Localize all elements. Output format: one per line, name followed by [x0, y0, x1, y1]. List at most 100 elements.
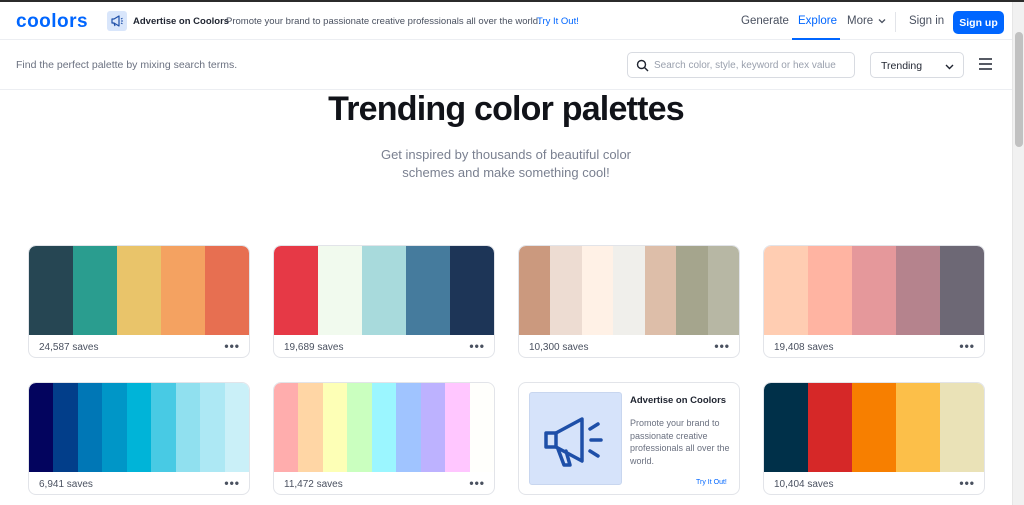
palette-swatches[interactable] [519, 246, 739, 335]
color-swatch[interactable] [29, 246, 73, 335]
palette-card[interactable]: 6,941 saves ••• [28, 382, 250, 495]
color-swatch[interactable] [347, 383, 372, 472]
color-swatch[interactable] [940, 246, 984, 335]
color-swatch[interactable] [940, 383, 984, 472]
top-navbar: coolors Advertise on Coolors Promote you… [0, 2, 1012, 40]
sort-selected-value: Trending [881, 60, 923, 72]
color-swatch[interactable] [151, 383, 176, 472]
more-dots-icon[interactable]: ••• [959, 339, 975, 353]
color-swatch[interactable] [808, 246, 852, 335]
color-swatch[interactable] [298, 383, 323, 472]
color-swatch[interactable] [274, 383, 299, 472]
color-swatch[interactable] [519, 246, 551, 335]
search-hint-text: Find the perfect palette by mixing searc… [16, 59, 238, 71]
more-dots-icon[interactable]: ••• [959, 476, 975, 490]
search-input[interactable] [654, 56, 850, 74]
hamburger-menu-icon[interactable] [979, 58, 992, 70]
coolors-logo[interactable]: coolors [16, 11, 88, 33]
color-swatch[interactable] [550, 246, 582, 335]
palette-card[interactable]: 24,587 saves ••• [28, 245, 250, 358]
chevron-down-icon [945, 64, 954, 70]
sort-dropdown[interactable]: Trending [870, 52, 964, 78]
color-swatch[interactable] [764, 383, 808, 472]
color-swatch[interactable] [274, 246, 318, 335]
color-swatch[interactable] [450, 246, 494, 335]
color-swatch[interactable] [581, 246, 614, 335]
color-swatch[interactable] [613, 246, 645, 335]
palette-swatches[interactable] [274, 383, 494, 472]
color-swatch[interactable] [53, 383, 78, 472]
ad-card-text: Promote your brand to passionate creativ… [630, 418, 730, 466]
color-swatch[interactable] [396, 383, 421, 472]
color-swatch[interactable] [126, 383, 152, 472]
header-ad-text: Promote your brand to passionate creativ… [226, 16, 541, 27]
nav-more[interactable]: More [847, 15, 873, 27]
palette-swatches[interactable] [29, 246, 249, 335]
more-dots-icon[interactable]: ••• [469, 339, 485, 353]
palette-card[interactable]: 19,408 saves ••• [763, 245, 985, 358]
color-swatch[interactable] [644, 246, 677, 335]
palette-card[interactable]: 10,300 saves ••• [518, 245, 740, 358]
color-swatch[interactable] [808, 383, 852, 472]
palette-saves: 6,941 saves [39, 479, 93, 490]
color-swatch[interactable] [29, 383, 54, 472]
color-swatch[interactable] [175, 383, 201, 472]
color-swatch[interactable] [896, 246, 940, 335]
header-ad-title[interactable]: Advertise on Coolors [133, 16, 229, 27]
megaphone-icon[interactable] [107, 11, 127, 31]
palette-swatches[interactable] [274, 246, 494, 335]
color-swatch[interactable] [77, 383, 103, 472]
color-swatch[interactable] [406, 246, 450, 335]
more-dots-icon[interactable]: ••• [224, 476, 240, 490]
advertise-card[interactable]: Advertise on Coolors Promote your brand … [518, 382, 740, 495]
palette-swatches[interactable] [764, 246, 984, 335]
color-swatch[interactable] [420, 383, 446, 472]
megaphone-icon [529, 392, 622, 485]
nav-divider [895, 12, 896, 32]
color-swatch[interactable] [102, 383, 127, 472]
palette-saves: 19,408 saves [774, 342, 834, 353]
color-swatch[interactable] [205, 246, 249, 335]
signin-link[interactable]: Sign in [909, 15, 944, 27]
palette-saves: 10,404 saves [774, 479, 834, 490]
color-swatch[interactable] [362, 246, 406, 335]
color-swatch[interactable] [445, 383, 470, 472]
ad-card-title[interactable]: Advertise on Coolors [630, 395, 726, 406]
palette-card[interactable]: 10,404 saves ••• [763, 382, 985, 495]
color-swatch[interactable] [852, 246, 896, 335]
palette-saves: 24,587 saves [39, 342, 99, 353]
color-swatch[interactable] [322, 383, 348, 472]
color-swatch[interactable] [764, 246, 808, 335]
header-ad-link[interactable]: Try It Out! [537, 16, 579, 27]
search-bar-row: Find the perfect palette by mixing searc… [0, 40, 1012, 90]
color-swatch[interactable] [224, 383, 249, 472]
color-swatch[interactable] [161, 246, 205, 335]
color-swatch[interactable] [117, 246, 161, 335]
color-swatch[interactable] [371, 383, 397, 472]
color-swatch[interactable] [318, 246, 362, 335]
search-icon [636, 59, 649, 72]
color-swatch[interactable] [73, 246, 117, 335]
color-swatch[interactable] [676, 246, 708, 335]
color-swatch[interactable] [707, 246, 739, 335]
ad-card-link[interactable]: Try It Out! [696, 479, 727, 486]
more-dots-icon[interactable]: ••• [714, 339, 730, 353]
more-dots-icon[interactable]: ••• [224, 339, 240, 353]
more-dots-icon[interactable]: ••• [469, 476, 485, 490]
chevron-down-icon[interactable] [878, 17, 886, 25]
palette-swatches[interactable] [29, 383, 249, 472]
nav-explore[interactable]: Explore [798, 15, 837, 27]
signup-button[interactable]: Sign up [953, 11, 1004, 34]
color-swatch[interactable] [896, 383, 940, 472]
color-swatch[interactable] [469, 383, 494, 472]
palette-card[interactable]: 11,472 saves ••• [273, 382, 495, 495]
color-swatch[interactable] [200, 383, 225, 472]
search-box[interactable] [627, 52, 855, 78]
palette-card[interactable]: 19,689 saves ••• [273, 245, 495, 358]
palette-saves: 19,689 saves [284, 342, 344, 353]
scrollbar-thumb[interactable] [1015, 32, 1023, 147]
page-scrollbar[interactable] [1012, 2, 1024, 505]
nav-generate[interactable]: Generate [741, 15, 789, 27]
color-swatch[interactable] [852, 383, 896, 472]
palette-swatches[interactable] [764, 383, 984, 472]
